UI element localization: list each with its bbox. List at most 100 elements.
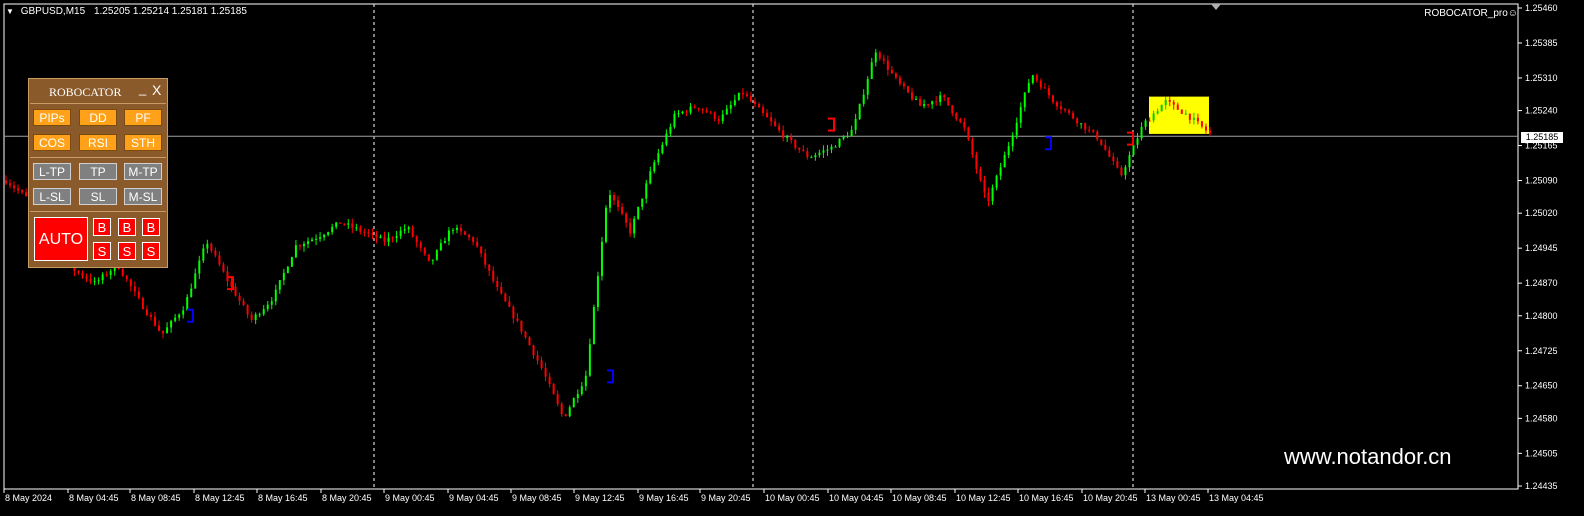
candle-body — [25, 192, 28, 197]
candle-body — [166, 327, 169, 334]
candle-body — [641, 198, 644, 207]
candle-body — [898, 77, 901, 84]
candle-body — [633, 218, 636, 234]
candle-body — [1128, 155, 1131, 168]
buy-signal-marker — [607, 369, 614, 384]
buy-button-1[interactable]: B — [93, 218, 111, 236]
candle-body — [1023, 92, 1026, 108]
candle-body — [753, 101, 756, 104]
minimize-button[interactable]: _ — [139, 81, 146, 96]
buy-button-3[interactable]: B — [142, 218, 160, 236]
candle-body — [21, 190, 24, 193]
sell-button-2[interactable]: S — [118, 242, 136, 260]
candle-body — [93, 280, 96, 282]
candle-body — [427, 254, 430, 261]
candle-body — [733, 100, 736, 106]
price-label: 1.25240 — [1525, 106, 1558, 116]
candle-body — [153, 316, 156, 326]
candle-body — [951, 105, 954, 114]
candle-body — [721, 114, 724, 122]
close-button[interactable]: X — [152, 82, 161, 98]
sell-button-1[interactable]: S — [93, 242, 111, 260]
candle-body — [584, 375, 587, 387]
candle-body — [1172, 101, 1175, 105]
candle-body — [331, 226, 334, 233]
price-label: 1.24870 — [1525, 278, 1558, 288]
dd-button[interactable]: DD — [79, 109, 117, 126]
candle-body — [105, 274, 108, 276]
candle-body — [826, 149, 829, 151]
candle-body — [947, 97, 950, 106]
candle-body — [323, 234, 326, 238]
candle-body — [307, 241, 310, 244]
candle-body — [621, 207, 624, 214]
l-sl-button[interactable]: L-SL — [33, 188, 71, 205]
candle-body — [327, 232, 330, 235]
candle-body — [472, 237, 475, 242]
candle-body — [447, 230, 450, 242]
candle-body — [238, 295, 241, 301]
rsi-button[interactable]: RSI — [79, 134, 117, 151]
time-label: 10 May 12:45 — [956, 493, 1011, 503]
price-chart[interactable]: 1.254601.253851.253101.252401.251651.250… — [0, 0, 1584, 516]
candle-body — [894, 73, 897, 78]
candle-body — [749, 96, 752, 102]
panel-divider — [30, 157, 166, 158]
buy-signal-marker — [187, 308, 194, 323]
cos-button[interactable]: COS — [33, 134, 71, 151]
candle-body — [923, 104, 926, 106]
candle-body — [834, 146, 837, 148]
candle-body — [214, 250, 217, 256]
indicator-name: ROBOCATOR_pro☺ — [1424, 8, 1518, 19]
buy-button-2[interactable]: B — [118, 218, 136, 236]
candle-body — [717, 119, 720, 122]
candle-body — [174, 317, 177, 321]
candle-body — [705, 110, 708, 113]
l-tp-button[interactable]: L-TP — [33, 163, 71, 180]
candle-body — [955, 113, 958, 120]
panel-title: ROBOCATOR — [49, 85, 122, 99]
candle-body — [1011, 135, 1014, 147]
sl-button[interactable]: SL — [79, 188, 117, 205]
candle-body — [878, 52, 881, 59]
candle-body — [1047, 88, 1050, 96]
pf-button[interactable]: PF — [124, 109, 162, 126]
candle-body — [270, 301, 273, 305]
candle-body — [786, 136, 789, 138]
sell-button-3[interactable]: S — [142, 242, 160, 260]
candle-body — [745, 94, 748, 97]
dropdown-triangle-icon[interactable]: ▼ — [6, 7, 14, 16]
candle-body — [162, 330, 165, 334]
candle-body — [528, 337, 531, 346]
candle-body — [520, 320, 523, 332]
candle-body — [395, 236, 398, 239]
candle-body — [1108, 149, 1111, 157]
candle-body — [862, 94, 865, 104]
candle-body — [806, 151, 809, 158]
candle-body — [1200, 121, 1203, 127]
candle-body — [580, 386, 583, 395]
auto-button[interactable]: AUTO — [34, 217, 88, 261]
time-label: 10 May 00:45 — [765, 493, 820, 503]
robocator-panel[interactable]: ROBOCATOR _ X PIPs DD PF COS RSI STH L-T… — [28, 78, 168, 268]
candle-body — [1072, 112, 1075, 119]
m-tp-button[interactable]: M-TP — [124, 163, 162, 180]
price-label: 1.24580 — [1525, 413, 1558, 423]
candle-body — [1132, 144, 1135, 156]
candle-body — [669, 126, 672, 134]
time-label: 13 May 04:45 — [1209, 493, 1264, 503]
candle-body — [1160, 105, 1163, 112]
candle-body — [842, 136, 845, 139]
candle-body — [294, 245, 297, 258]
sth-button[interactable]: STH — [124, 134, 162, 151]
candle-body — [1060, 106, 1063, 109]
candle-body — [854, 118, 857, 130]
tp-button[interactable]: TP — [79, 163, 117, 180]
candle-body — [182, 310, 185, 315]
candle-body — [858, 103, 861, 119]
candle-body — [500, 287, 503, 294]
pips-button[interactable]: PIPs — [33, 109, 71, 126]
m-sl-button[interactable]: M-SL — [124, 188, 162, 205]
candle-body — [987, 192, 990, 202]
candle-body — [387, 237, 390, 242]
